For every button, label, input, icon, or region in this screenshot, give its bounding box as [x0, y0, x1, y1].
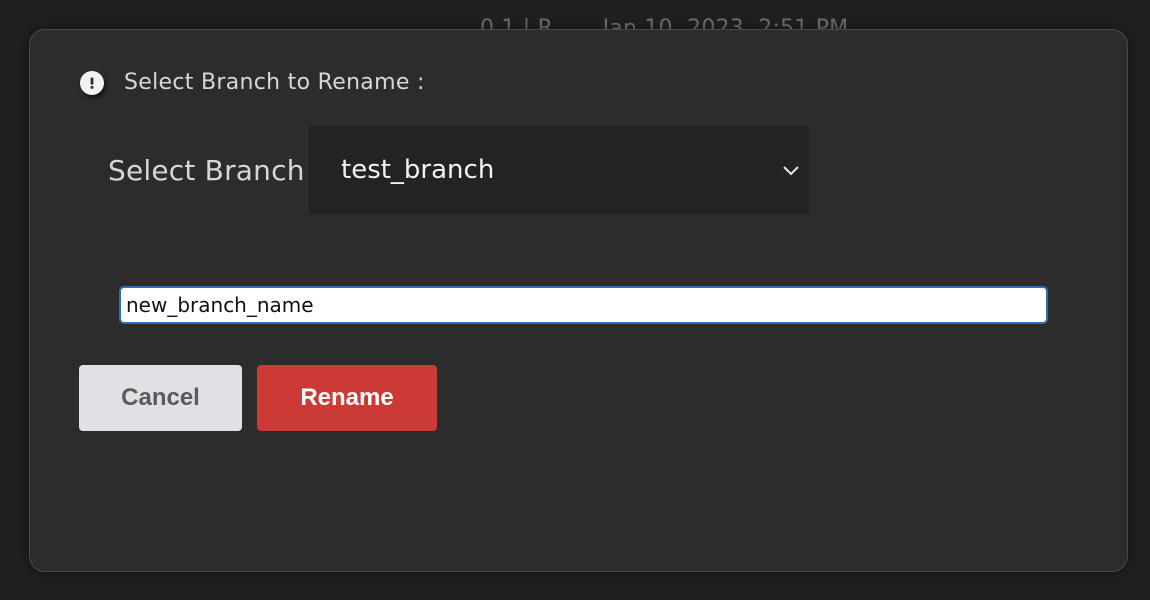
dialog-title: Select Branch to Rename : — [124, 70, 425, 95]
branch-select-dropdown[interactable]: test_branch — [309, 126, 809, 214]
branch-select-label: Select Branch — [108, 153, 305, 187]
chevron-down-icon — [781, 160, 801, 180]
cancel-button[interactable]: Cancel — [79, 365, 242, 431]
new-branch-name-input[interactable] — [119, 286, 1048, 324]
rename-button[interactable]: Rename — [257, 365, 437, 431]
dialog-header: Select Branch to Rename : — [80, 70, 425, 95]
exclamation-circle-icon — [80, 70, 104, 95]
branch-select-value: test_branch — [341, 155, 495, 185]
rename-branch-dialog: Select Branch to Rename : Select Branch … — [29, 29, 1128, 572]
branch-select-row: Select Branch test_branch — [108, 126, 809, 214]
